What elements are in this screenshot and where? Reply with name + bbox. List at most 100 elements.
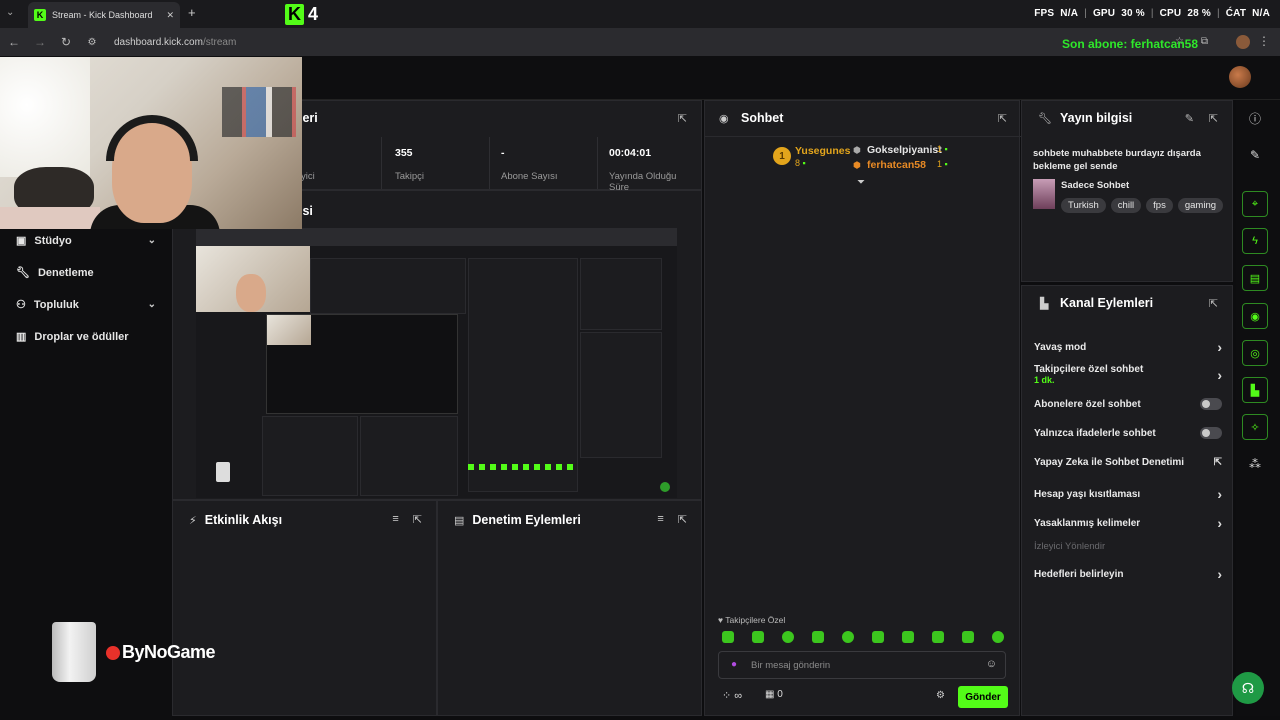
webcam-overlay (0, 57, 302, 229)
wrench-icon: 🔧︎ (1038, 113, 1052, 125)
cup-image (52, 622, 96, 682)
chat-message-input[interactable]: ● Bir mesaj gönderin ☺ (718, 651, 1006, 679)
url-field[interactable]: dashboard.kick.com/stream (114, 37, 236, 48)
leader-name[interactable]: ferhatcan58 (867, 159, 926, 171)
category-name[interactable]: Sadece Sohbet (1061, 180, 1129, 191)
nested-stats-panel (310, 258, 466, 314)
emote-icon[interactable] (992, 631, 1004, 643)
profile-avatar[interactable] (1236, 35, 1250, 49)
emote-icon[interactable] (872, 631, 884, 643)
emote-only-toggle[interactable] (1200, 427, 1222, 439)
action-label: Yalnızca ifadelerle sohbet (1034, 427, 1156, 439)
close-tab-icon[interactable]: ✕ (166, 10, 174, 21)
reload-icon[interactable]: ↻ (58, 35, 74, 49)
banned-words-row[interactable]: Yasaklanmış kelimeler › (1034, 515, 1222, 531)
emote-icon[interactable] (842, 631, 854, 643)
lightning-icon: ⚡︎ (189, 514, 197, 527)
chat-settings-gear-icon[interactable]: ⚙ (936, 690, 945, 701)
emote-icon[interactable] (932, 631, 944, 643)
sidebar-item-moderation[interactable]: 🔧︎ Denetleme (16, 266, 156, 280)
site-info-icon[interactable]: ⚙ (84, 37, 100, 48)
nested-info-panel (580, 258, 662, 330)
add-widget-icon[interactable]: ⁂ (1242, 451, 1268, 477)
forward-icon[interactable]: → (32, 35, 48, 49)
nested-mod-panel (360, 416, 458, 496)
sidebar-item-studio[interactable]: ▣ Stüdyo ⌄ (16, 234, 156, 248)
stat-followers: 355 Takipçi (395, 147, 424, 182)
info-icon[interactable]: ⓘ (1242, 105, 1268, 131)
chat-bubble-icon[interactable]: ◉ (1242, 303, 1268, 329)
broadcast-icon[interactable]: ◎ (1242, 340, 1268, 366)
extension-icon[interactable]: ⧉ (1201, 36, 1208, 47)
url-path: /stream (202, 36, 237, 48)
browser-menu-icon[interactable]: ⋮ (1258, 34, 1270, 48)
set-goals-row[interactable]: Hedefleri belirleyin › (1034, 566, 1222, 582)
emote-icon[interactable] (752, 631, 764, 643)
gift-counter[interactable]: ▦ 0 (765, 689, 783, 700)
emoji-icon[interactable]: ☺ (986, 658, 997, 670)
stream-preview-video[interactable] (196, 228, 677, 498)
chart-icon: ▥ (16, 331, 27, 343)
url-host: dashboard.kick.com (114, 36, 203, 48)
send-message-button[interactable]: Gönder (958, 686, 1008, 708)
emote-icon[interactable] (902, 631, 914, 643)
nested-cup-image (216, 462, 230, 482)
lightning-icon[interactable]: ϟ (1242, 228, 1268, 254)
filter-icon[interactable]: ≡ (657, 513, 663, 526)
nested-emotes (468, 464, 578, 470)
performance-overlay: FPS N/A | GPU 30 % | CPU 28 % | ĆAT N/A (1034, 8, 1270, 19)
popout-icon[interactable]: ⇱ (1209, 297, 1218, 310)
gpu-label: GPU (1092, 8, 1116, 19)
emote-icon[interactable] (782, 631, 794, 643)
raid-row: İzleyici Yönlendir (1034, 541, 1222, 552)
new-tab-button[interactable]: + (188, 5, 196, 20)
browser-tab[interactable]: K Stream - Kick Dashboard ✕ (28, 2, 180, 28)
account-age-row[interactable]: Hesap yaşı kısıtlaması › (1034, 486, 1222, 502)
cpu-value: 28 % (1187, 8, 1211, 19)
popout-icon[interactable]: ⇱ (998, 112, 1007, 125)
sidebar-item-community[interactable]: ⚇ Topluluk ⌄ (16, 298, 156, 312)
leader-rank-badge: 1 (773, 147, 791, 165)
followers-only-text: Takipçilere Özel (725, 615, 786, 625)
emote-only-row: Yalnızca ifadelerle sohbet (1034, 427, 1222, 439)
leader-name[interactable]: Gokselpiyanist (867, 144, 942, 156)
edit-pencil-icon[interactable]: ✎ (1242, 142, 1268, 168)
clip-icon[interactable]: ⌖ (1242, 191, 1268, 217)
document-icon[interactable]: ▤ (1242, 265, 1268, 291)
filter-icon[interactable]: ≡ (392, 513, 398, 526)
popout-icon[interactable]: ⇱ (678, 513, 687, 526)
back-icon[interactable]: ← (6, 35, 22, 49)
wrench-icon[interactable]: ✧ (1242, 414, 1268, 440)
emote-icon[interactable] (962, 631, 974, 643)
tab-menu-icon[interactable]: ⌄ (6, 7, 14, 18)
expand-leaderboard-icon[interactable]: ⏷ (857, 177, 865, 188)
stat-label: yici (301, 171, 315, 182)
slow-mode-row[interactable]: Yavaş mod › (1034, 339, 1222, 355)
cpu-label: CPU (1159, 8, 1182, 19)
channel-icon[interactable]: ▙ (1242, 377, 1268, 403)
sidebar-item-label: Topluluk (33, 298, 79, 311)
leader-name[interactable]: Yusegunes (795, 145, 850, 157)
help-support-button[interactable]: ☊ (1232, 672, 1264, 704)
chevron-right-icon: › (1217, 515, 1222, 531)
cat-label: ĆAT (1225, 8, 1247, 19)
edit-pencil-icon[interactable]: ✎ (1185, 112, 1194, 125)
emote-icon[interactable] (722, 631, 734, 643)
followers-only-row[interactable]: Takipçilere özel sohbet 1 dk. › (1034, 364, 1222, 385)
popout-icon[interactable]: ⇱ (678, 112, 687, 125)
popout-icon[interactable]: ⇱ (1209, 112, 1218, 125)
chevron-right-icon: › (1217, 366, 1222, 383)
popout-icon[interactable]: ⇱ (413, 513, 422, 526)
subscribers-only-toggle[interactable] (1200, 398, 1222, 410)
action-label: Yasaklanmış kelimeler (1034, 517, 1141, 529)
nested-webcam (196, 246, 310, 312)
ai-moderation-row[interactable]: Yapay Zeka ile Sohbet Denetimi ⇱ (1034, 457, 1222, 468)
channel-points[interactable]: ⁘ ∞ (722, 689, 742, 702)
chevron-down-icon: ⌄ (147, 299, 156, 310)
stat-viewers: yici (301, 147, 315, 182)
microphone-icon[interactable]: ● (731, 659, 737, 670)
sidebar-item-drops[interactable]: ▥ Droplar ve ödüller (16, 330, 156, 344)
emote-icon[interactable] (812, 631, 824, 643)
leader-count-value: 1 (937, 159, 943, 169)
user-avatar[interactable] (1229, 66, 1251, 88)
